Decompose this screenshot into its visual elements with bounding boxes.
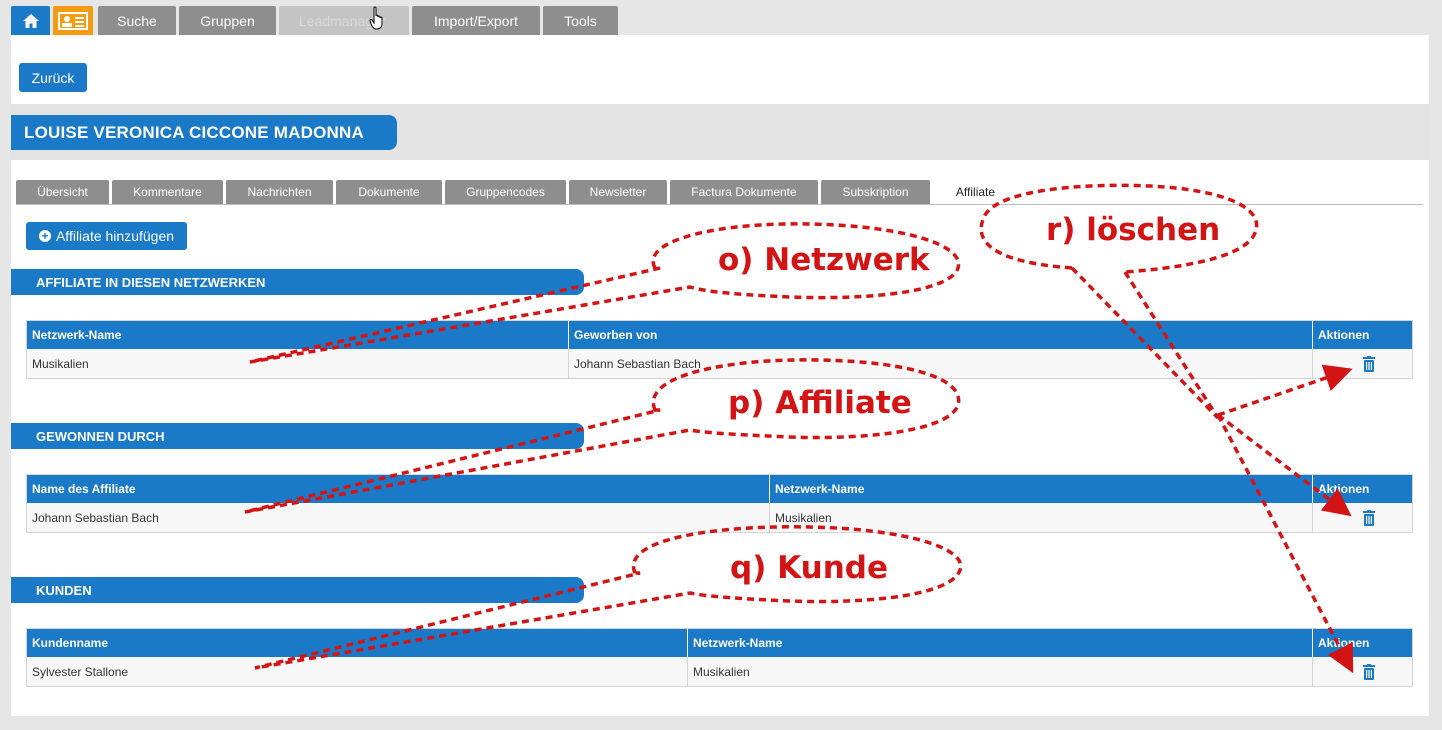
table-cell: Musikalien: [688, 657, 1313, 686]
column-header[interactable]: Geworben von: [569, 321, 1313, 349]
section-title-customers: KUNDEN: [11, 577, 584, 603]
contact-card-icon: [58, 11, 88, 30]
column-header: Aktionen: [1318, 482, 1370, 496]
tabs-divider: [16, 204, 1423, 205]
tab-suche[interactable]: Suche: [98, 6, 176, 35]
section-title-networks: AFFILIATE IN DIESEN NETZWERKEN: [11, 269, 584, 295]
table-cell: Johann Sebastian Bach: [27, 503, 770, 532]
column-header: Aktionen: [1318, 636, 1370, 650]
table-cell: Sylvester Stallone: [27, 657, 688, 686]
actions-cell: [1313, 657, 1412, 686]
tab-dokumente[interactable]: Dokumente: [336, 180, 442, 204]
title-bar: LOUISE VERONICA CICCONE MADONNA: [11, 104, 1429, 160]
customers-table: Kundenname Netzwerk-Name Aktionen Sylves…: [26, 628, 1413, 687]
tab-affiliate[interactable]: Affiliate: [933, 180, 1018, 204]
actions-cell: [1313, 503, 1412, 532]
tab-tools[interactable]: Tools: [543, 6, 618, 35]
annotation-network: o) Netzwerk: [718, 242, 930, 278]
annotation-affiliate: p) Affiliate: [728, 385, 912, 421]
trash-icon[interactable]: [1362, 663, 1376, 680]
column-header[interactable]: Kundenname: [27, 629, 688, 657]
home-tab[interactable]: [11, 6, 50, 35]
tab-gruppencodes[interactable]: Gruppencodes: [445, 180, 566, 204]
plus-circle-icon: +: [38, 230, 51, 242]
table-row: Sylvester Stallone Musikalien: [27, 657, 1412, 686]
column-header[interactable]: Netzwerk-Name: [27, 321, 569, 349]
tab-subskription[interactable]: Subskription: [821, 180, 930, 204]
actions-cell: [1313, 349, 1412, 378]
section-title-won-by: GEWONNEN DURCH: [11, 423, 584, 449]
table-header: Netzwerk-Name Geworben von Aktionen: [27, 321, 1412, 349]
tab-uebersicht[interactable]: Übersicht: [16, 180, 109, 204]
tab-nachrichten[interactable]: Nachrichten: [226, 180, 333, 204]
column-header[interactable]: Netzwerk-Name: [688, 629, 1313, 657]
annotation-delete: r) löschen: [1046, 212, 1221, 248]
add-affiliate-button[interactable]: + Affiliate hinzufügen: [26, 222, 187, 250]
column-header[interactable]: Name des Affiliate: [27, 475, 770, 503]
hand-cursor-icon: [369, 6, 383, 30]
tab-newsletter[interactable]: Newsletter: [569, 180, 667, 204]
add-affiliate-label: Affiliate hinzufügen: [55, 228, 175, 244]
networks-table: Netzwerk-Name Geworben von Aktionen Musi…: [26, 320, 1413, 379]
home-icon: [22, 13, 39, 28]
tab-leadmanager[interactable]: Leadmanager: [279, 6, 409, 35]
trash-icon[interactable]: [1362, 355, 1376, 372]
table-cell: Musikalien: [27, 349, 569, 378]
page-title: LOUISE VERONICA CICCONE MADONNA: [11, 115, 397, 150]
won-by-table: Name des Affiliate Netzwerk-Name Aktione…: [26, 474, 1413, 533]
tab-factura-dokumente[interactable]: Factura Dokumente: [670, 180, 818, 204]
contact-tab[interactable]: [53, 6, 93, 35]
column-header[interactable]: Netzwerk-Name: [770, 475, 1313, 503]
tab-kommentare[interactable]: Kommentare: [112, 180, 223, 204]
column-header: Aktionen: [1318, 328, 1370, 342]
tab-import-export[interactable]: Import/Export: [412, 6, 540, 35]
table-row: Johann Sebastian Bach Musikalien: [27, 503, 1412, 532]
annotation-customer: q) Kunde: [730, 550, 888, 586]
tab-gruppen[interactable]: Gruppen: [179, 6, 276, 35]
table-row: Musikalien Johann Sebastian Bach: [27, 349, 1412, 378]
table-header: Name des Affiliate Netzwerk-Name Aktione…: [27, 475, 1412, 503]
content-panel: Zurück LOUISE VERONICA CICCONE MADONNA Ü…: [11, 35, 1429, 716]
trash-icon[interactable]: [1362, 509, 1376, 526]
back-button[interactable]: Zurück: [19, 63, 87, 92]
table-cell: Musikalien: [770, 503, 1313, 532]
table-cell: Johann Sebastian Bach: [569, 349, 1313, 378]
table-header: Kundenname Netzwerk-Name Aktionen: [27, 629, 1412, 657]
